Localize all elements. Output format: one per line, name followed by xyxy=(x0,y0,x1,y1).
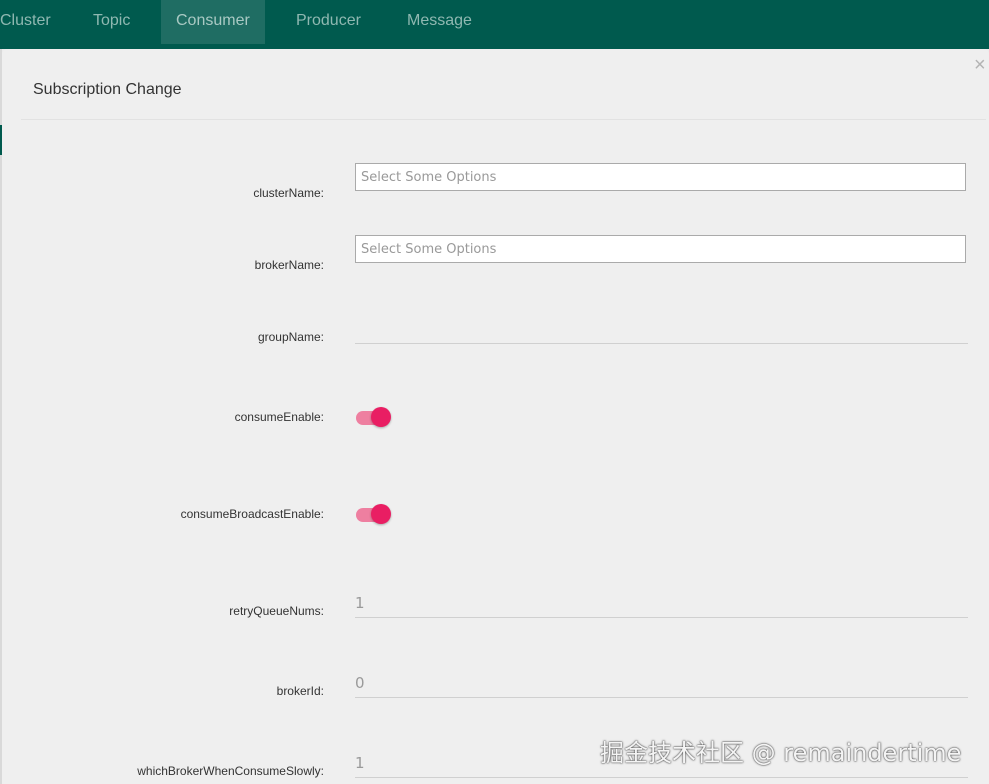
consume-enable-toggle[interactable] xyxy=(356,407,392,429)
toggle-thumb xyxy=(371,407,391,427)
group-name-input[interactable] xyxy=(355,314,968,344)
consume-broadcast-enable-toggle[interactable] xyxy=(356,504,392,526)
consume-enable-label: consumeEnable: xyxy=(234,410,324,424)
close-icon[interactable]: × xyxy=(974,55,986,75)
dialog-title: Subscription Change xyxy=(33,81,182,98)
nav-item-producer[interactable]: Producer xyxy=(281,0,376,44)
subscription-change-dialog: Subscription Change × clusterName: Selec… xyxy=(2,49,989,784)
broker-id-label: brokerId: xyxy=(276,684,324,698)
retry-queue-nums-input[interactable] xyxy=(355,588,968,618)
retry-queue-nums-label: retryQueueNums: xyxy=(229,604,324,618)
group-name-label: groupName: xyxy=(257,330,324,344)
watermark-text: 掘金技术社区 @ remaindertime xyxy=(600,739,962,767)
nav-item-consumer[interactable]: Consumer xyxy=(161,0,265,44)
cluster-name-select[interactable]: Select Some Options xyxy=(355,163,966,191)
toggle-thumb xyxy=(371,504,391,524)
broker-name-select[interactable]: Select Some Options xyxy=(355,235,966,263)
nav-item-message[interactable]: Message xyxy=(392,0,487,44)
nav-item-topic[interactable]: Topic xyxy=(78,0,145,44)
broker-id-input[interactable] xyxy=(355,668,968,698)
nav-item-cluster[interactable]: Cluster xyxy=(0,0,66,44)
cluster-name-label: clusterName: xyxy=(253,186,324,200)
consume-broadcast-enable-label: consumeBroadcastEnable: xyxy=(180,507,324,521)
top-navbar: Cluster Topic Consumer Producer Message xyxy=(0,0,989,49)
broker-name-label: brokerName: xyxy=(254,258,324,272)
which-broker-when-consume-slowly-label: whichBrokerWhenConsumeSlowly: xyxy=(137,764,324,778)
header-divider xyxy=(21,119,986,120)
